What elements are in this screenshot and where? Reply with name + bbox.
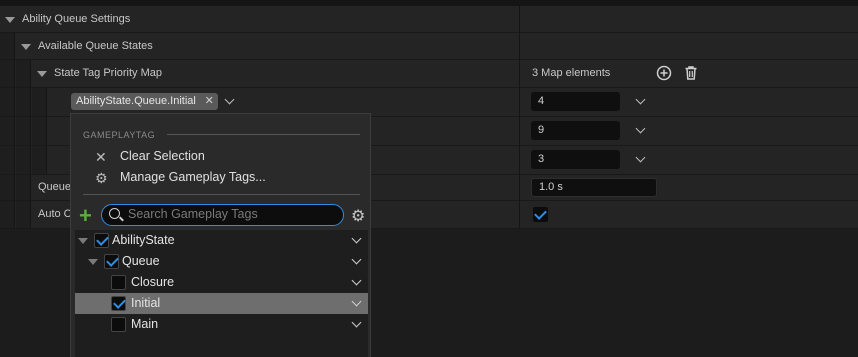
indent-guide (16, 146, 31, 174)
tree-node-label: Initial (131, 296, 161, 310)
tree-node-label: Main (131, 317, 159, 331)
property-label: Available Queue States (38, 40, 153, 52)
add-element-button[interactable] (656, 65, 672, 84)
expand-arrow-icon[interactable] (5, 17, 15, 23)
indent-guide (32, 146, 47, 174)
property-label: Auto C (38, 208, 72, 220)
tag-chip-label: AbilityState.Queue.Initial (76, 95, 196, 107)
map-element-count: 3 Map elements (532, 67, 611, 79)
indent-guide (16, 117, 31, 145)
chevron-down-icon[interactable] (351, 275, 362, 286)
tree-node-main[interactable]: Main (75, 314, 368, 335)
map-value-input[interactable]: 4 (531, 92, 620, 111)
gameplay-tag-picker-popup: GAMEPLAYTAG ✕ Clear Selection ⚙ Manage G… (70, 113, 371, 357)
chevron-down-icon[interactable] (635, 152, 646, 163)
chevron-down-icon[interactable] (351, 296, 362, 307)
column-divider[interactable] (519, 6, 520, 228)
property-label: Queue (38, 181, 72, 193)
indent-guide (0, 201, 15, 228)
expand-arrow-icon[interactable] (88, 259, 98, 265)
tree-node-label: AbilityState (112, 233, 175, 247)
expand-arrow-icon[interactable] (78, 238, 88, 244)
indent-guide (16, 60, 31, 87)
map-value-input[interactable]: 9 (531, 121, 620, 140)
tag-checkbox[interactable] (111, 275, 126, 290)
tag-checkbox[interactable] (111, 317, 126, 332)
property-state-tag-priority-map[interactable]: State Tag Priority Map 3 Map elements (0, 60, 858, 88)
section-divider (167, 134, 360, 135)
expand-arrow-icon[interactable] (21, 44, 31, 50)
manage-gameplay-tags-menu-item[interactable]: ⚙ Manage Gameplay Tags... (91, 167, 266, 187)
indent-guide (0, 88, 15, 116)
search-icon (109, 208, 120, 219)
indent-guide (16, 88, 31, 116)
gear-icon: ⚙ (95, 170, 108, 186)
chevron-down-icon[interactable] (351, 317, 362, 328)
map-value-input[interactable]: 3 (531, 150, 620, 169)
tag-checkbox[interactable] (104, 254, 119, 269)
delete-all-button[interactable] (683, 65, 699, 84)
close-icon: ✕ (95, 149, 107, 165)
indent-guide (0, 33, 15, 59)
indent-guide (0, 117, 15, 145)
gear-icon[interactable]: ⚙ (351, 206, 365, 226)
menu-item-label: Clear Selection (120, 149, 205, 163)
queue-duration-input[interactable]: 1.0 s (531, 178, 657, 197)
indent-guide (0, 60, 15, 87)
indent-guide (16, 175, 31, 200)
property-available-queue-states[interactable]: Available Queue States (0, 33, 858, 60)
plus-icon[interactable]: + (79, 205, 92, 227)
trash-icon (685, 66, 697, 80)
clear-selection-menu-item[interactable]: ✕ Clear Selection (91, 146, 205, 166)
tree-node-closure[interactable]: Closure (75, 272, 368, 293)
tag-tree: AbilityState Queue Closure Initial Main (75, 230, 368, 357)
tree-node-label: Closure (131, 275, 175, 289)
tag-checkbox[interactable] (111, 296, 126, 311)
indent-guide (0, 146, 15, 174)
expand-arrow-icon[interactable] (37, 71, 47, 77)
menu-divider (83, 194, 360, 195)
section-title: GAMEPLAYTAG (83, 130, 156, 140)
indent-guide (0, 175, 15, 200)
auto-checkbox[interactable] (533, 207, 548, 222)
category-ability-queue-settings[interactable]: Ability Queue Settings (0, 6, 858, 33)
chevron-down-icon[interactable] (635, 123, 646, 134)
tree-node-queue[interactable]: Queue (75, 251, 368, 272)
chevron-down-icon[interactable] (351, 233, 362, 244)
indent-guide (32, 117, 47, 145)
tag-checkbox[interactable] (94, 233, 109, 248)
menu-item-label: Manage Gameplay Tags... (120, 170, 266, 184)
close-icon[interactable]: ✕ (205, 93, 214, 110)
property-label: State Tag Priority Map (54, 67, 163, 79)
category-label: Ability Queue Settings (22, 13, 131, 25)
search-input[interactable]: Search Gameplay Tags (101, 204, 344, 226)
add-circle-icon (656, 65, 672, 81)
gameplay-tag-chip[interactable]: AbilityState.Queue.Initial ✕ (71, 93, 218, 110)
tree-node-initial[interactable]: Initial (75, 293, 368, 314)
indent-guide (16, 201, 31, 228)
chevron-down-icon[interactable] (635, 94, 646, 105)
chevron-down-icon[interactable] (351, 254, 362, 265)
search-placeholder: Search Gameplay Tags (128, 207, 258, 221)
indent-guide (32, 88, 47, 116)
tree-node-abilitystate[interactable]: AbilityState (75, 230, 368, 251)
tree-node-label: Queue (122, 254, 160, 268)
